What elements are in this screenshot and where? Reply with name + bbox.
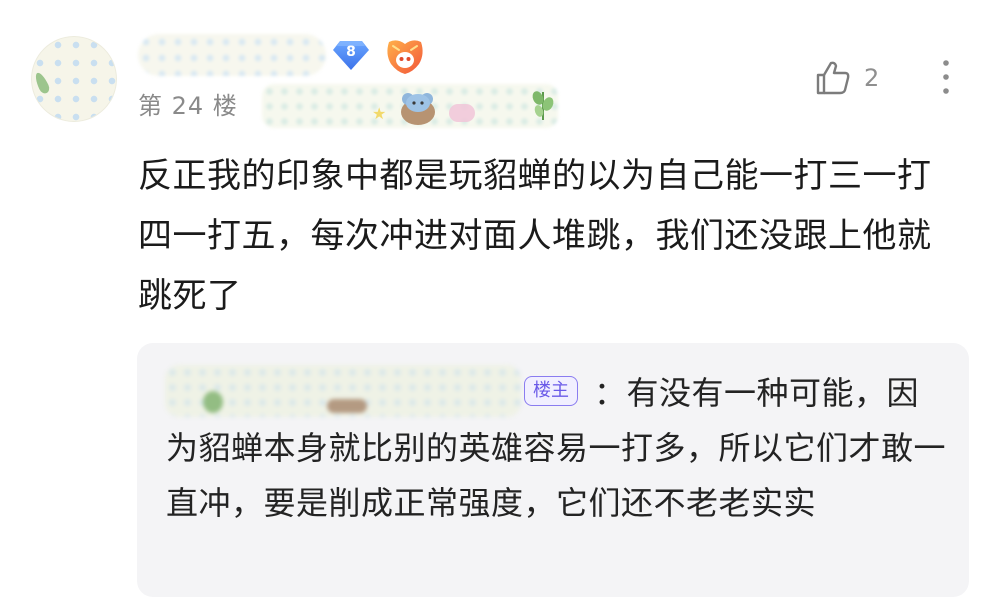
reply-text: 有没有一种可能，因为貂蝉本身就比别的英雄容易一打多，所以它们才敢一直冲，要是削成…	[166, 374, 947, 522]
leaf-icon	[532, 91, 554, 120]
avatar-leaf-decoration	[32, 70, 52, 96]
thumbs-up-icon	[816, 61, 850, 95]
level-badge: 8	[332, 38, 370, 72]
level-number: 8	[346, 44, 356, 60]
username-redacted[interactable]	[138, 34, 326, 76]
reply-content: ：有没有一种可能，因为貂蝉本身就比别的英雄容易一打多，所以它们才敢一直冲，要是削…	[166, 366, 946, 531]
more-options-button[interactable]	[934, 56, 958, 100]
more-vertical-icon	[943, 60, 949, 94]
comment-content: 反正我的印象中都是玩貂蝉的以为自己能一打三一打四一打五，每次冲进对面人堆跳，我们…	[138, 156, 932, 316]
like-count: 2	[864, 64, 880, 92]
like-button[interactable]: 2	[814, 58, 888, 98]
reply-separator: ：	[594, 374, 627, 412]
avatar[interactable]	[31, 36, 117, 122]
bear-sticker-icon	[401, 93, 435, 125]
heart-decoration	[449, 104, 475, 122]
game-emblem-icon	[383, 36, 427, 76]
star-icon: ★	[372, 104, 387, 123]
floor-label: 第 24 楼	[138, 92, 238, 120]
